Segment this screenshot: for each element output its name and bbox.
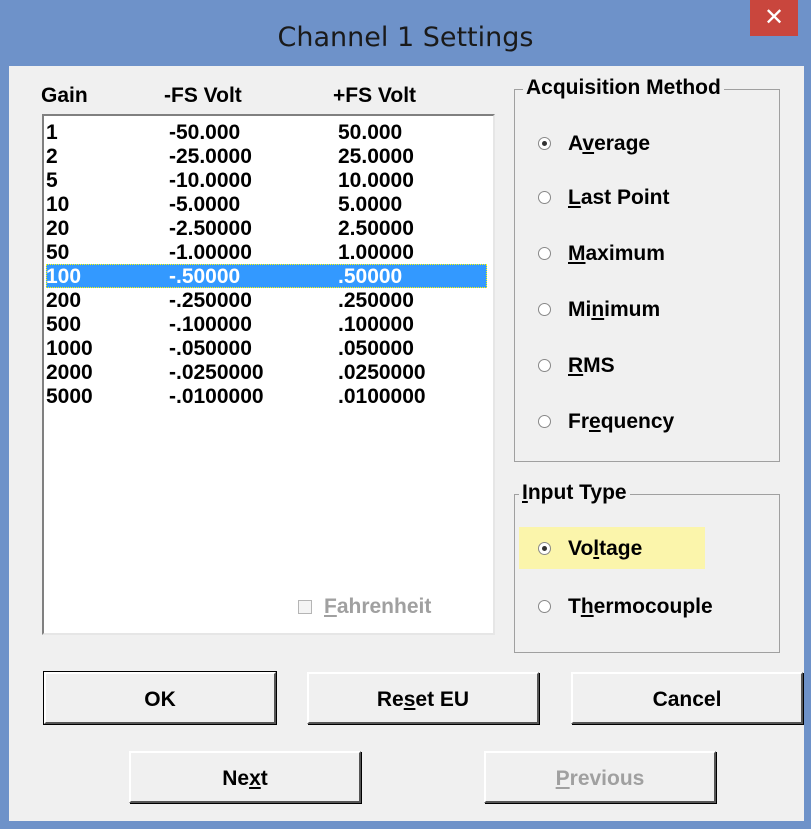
gain-row[interactable]: 1 -50.000 50.000 bbox=[46, 120, 487, 144]
fahrenheit-checkbox[interactable] bbox=[298, 600, 312, 614]
acquisition-method-title: Acquisition Method bbox=[523, 76, 724, 100]
dialog-client-area: Gain -FS Volt +FS Volt 1 -50.000 50.000 … bbox=[9, 66, 804, 821]
gain-cell: 5000 bbox=[46, 385, 93, 408]
close-icon[interactable]: ✕ bbox=[750, 0, 798, 36]
gain-row[interactable]: 5000 -.0100000 .0100000 bbox=[46, 384, 487, 408]
pos-fs-cell: .0100000 bbox=[338, 385, 426, 408]
gain-row[interactable]: 50 -1.00000 1.00000 bbox=[46, 240, 487, 264]
pos-fs-cell: .50000 bbox=[338, 265, 403, 288]
gain-row[interactable]: 1000 -.050000 .050000 bbox=[46, 336, 487, 360]
cancel-button[interactable]: Cancel bbox=[571, 672, 803, 724]
radio-dot-icon bbox=[538, 247, 551, 260]
reset-eu-button[interactable]: Reset EU bbox=[307, 672, 539, 724]
pos-fs-cell: 5.0000 bbox=[338, 193, 403, 216]
gain-row[interactable]: 20 -2.50000 2.50000 bbox=[46, 216, 487, 240]
neg-fs-cell: -50.000 bbox=[169, 121, 241, 144]
gain-cell: 100 bbox=[46, 265, 82, 288]
pos-fs-cell: .050000 bbox=[338, 337, 414, 360]
acquisition-method-group: Acquisition Method Average Last Point Ma… bbox=[514, 76, 780, 462]
radio-dot-icon bbox=[538, 542, 551, 555]
pos-fs-cell: 10.0000 bbox=[338, 169, 414, 192]
gain-cell: 200 bbox=[46, 289, 82, 312]
gain-row[interactable]: 5 -10.0000 10.0000 bbox=[46, 168, 487, 192]
pos-fs-cell: .100000 bbox=[338, 313, 414, 336]
neg-fs-cell: -.0250000 bbox=[169, 361, 264, 384]
neg-fs-cell: -.050000 bbox=[169, 337, 252, 360]
column-header-gain: Gain bbox=[41, 84, 88, 107]
window-title: Channel 1 Settings bbox=[277, 22, 534, 53]
neg-fs-cell: -10.0000 bbox=[169, 169, 252, 192]
pos-fs-cell: .250000 bbox=[338, 289, 414, 312]
gain-cell: 10 bbox=[46, 193, 70, 216]
column-header-neg-fs-volt: -FS Volt bbox=[164, 84, 242, 107]
pos-fs-cell: 2.50000 bbox=[338, 217, 414, 240]
neg-fs-cell: -.50000 bbox=[169, 265, 241, 288]
dialog-window: Channel 1 Settings ✕ Gain -FS Volt +FS V… bbox=[0, 0, 811, 829]
radio-dot-icon bbox=[538, 137, 551, 150]
pos-fs-cell: 1.00000 bbox=[338, 241, 414, 264]
radio-dot-icon bbox=[538, 191, 551, 204]
gain-row-selected[interactable]: 100 -.50000 .50000 bbox=[46, 264, 487, 288]
neg-fs-cell: -5.0000 bbox=[169, 193, 241, 216]
gain-cell: 2 bbox=[46, 145, 58, 168]
gain-cell: 5 bbox=[46, 169, 58, 192]
neg-fs-cell: -2.50000 bbox=[169, 217, 252, 240]
pos-fs-cell: 25.0000 bbox=[338, 145, 414, 168]
neg-fs-cell: -25.0000 bbox=[169, 145, 252, 168]
radio-dot-icon bbox=[538, 415, 551, 428]
gain-row[interactable]: 200 -.250000 .250000 bbox=[46, 288, 487, 312]
gain-row[interactable]: 2 -25.0000 25.0000 bbox=[46, 144, 487, 168]
pos-fs-cell: 50.000 bbox=[338, 121, 403, 144]
gain-cell: 500 bbox=[46, 313, 82, 336]
gain-cell: 1 bbox=[46, 121, 58, 144]
ok-button[interactable]: OK bbox=[43, 671, 277, 725]
gain-listbox[interactable]: 1 -50.000 50.000 2 -25.0000 25.0000 5 -1… bbox=[42, 114, 495, 635]
neg-fs-cell: -1.00000 bbox=[169, 241, 252, 264]
input-type-group: Input Type Voltage Thermocouple bbox=[514, 481, 780, 653]
neg-fs-cell: -.100000 bbox=[169, 313, 252, 336]
gain-row[interactable]: 2000 -.0250000 .0250000 bbox=[46, 360, 487, 384]
gain-cell: 50 bbox=[46, 241, 70, 264]
neg-fs-cell: -.250000 bbox=[169, 289, 252, 312]
gain-row[interactable]: 10 -5.0000 5.0000 bbox=[46, 192, 487, 216]
radio-dot-icon bbox=[538, 359, 551, 372]
gain-row[interactable]: 500 -.100000 .100000 bbox=[46, 312, 487, 336]
neg-fs-cell: -.0100000 bbox=[169, 385, 264, 408]
pos-fs-cell: .0250000 bbox=[338, 361, 426, 384]
next-button[interactable]: Next bbox=[129, 751, 361, 803]
fahrenheit-label: Fahrenheit bbox=[324, 595, 432, 618]
previous-button[interactable]: Previous bbox=[484, 751, 716, 803]
gain-cell: 1000 bbox=[46, 337, 93, 360]
gain-cell: 20 bbox=[46, 217, 70, 240]
input-type-title: Input Type bbox=[519, 481, 630, 505]
column-header-pos-fs-volt: +FS Volt bbox=[333, 84, 417, 107]
gain-cell: 2000 bbox=[46, 361, 93, 384]
radio-dot-icon bbox=[538, 303, 551, 316]
radio-dot-icon bbox=[538, 600, 551, 613]
